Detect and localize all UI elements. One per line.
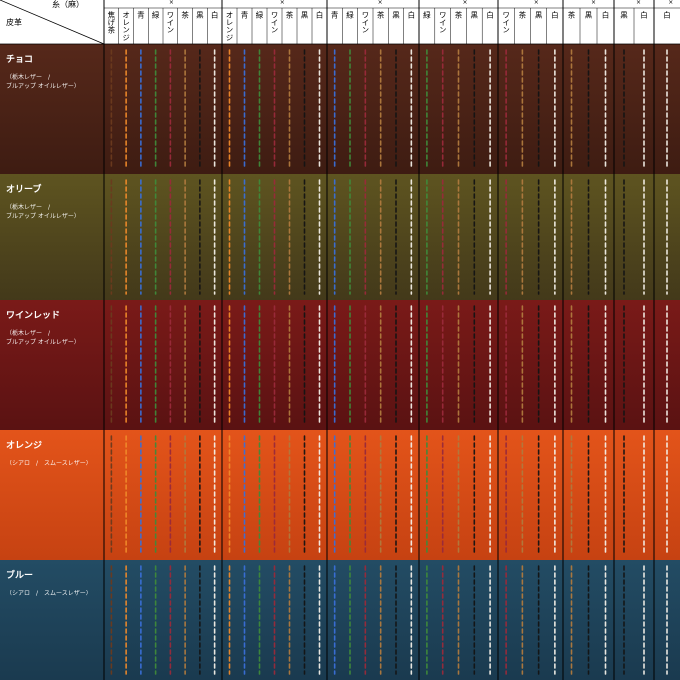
- thread-color-header: ワイン: [438, 11, 448, 34]
- thread-color-header: 白: [639, 11, 649, 19]
- thread-color-header: 緑: [151, 11, 161, 19]
- leather-material-line: ブルアップ オイルレザー）: [6, 339, 80, 347]
- thread-color-header: ワイン: [501, 11, 511, 34]
- leather-band-2: [0, 300, 680, 430]
- leather-label: ワインレッド （栃木レザー / ブルアップ オイルレザー）: [6, 308, 80, 348]
- leather-material-line: （栃木レザー /: [6, 204, 51, 211]
- thread-color-header: 黒: [619, 11, 629, 19]
- combination-mark: ×: [279, 0, 285, 6]
- thread-color-header: 緑: [422, 11, 432, 19]
- leather-material-line: （シアロ / スムースレザー）: [6, 590, 92, 597]
- thread-color-header: 白: [406, 11, 416, 19]
- thread-color-header: 白: [210, 11, 220, 19]
- thread-color-header: 焦げ茶: [106, 11, 116, 34]
- leather-material-line: ブルアップ オイルレザー）: [6, 83, 80, 91]
- leather-label: ブルー （シアロ / スムースレザー）: [6, 568, 92, 598]
- leather-material-line: （栃木レザー /: [6, 74, 51, 81]
- thread-color-header: 青: [136, 11, 146, 19]
- combination-mark: ×: [636, 0, 642, 6]
- thread-color-header: 茶: [376, 11, 386, 19]
- thread-color-header: 白: [315, 11, 324, 19]
- thread-color-header: 白: [601, 11, 610, 19]
- thread-color-header: 黒: [534, 11, 544, 19]
- leather-band-4: [0, 560, 680, 680]
- leather-name: チョコ: [6, 55, 34, 65]
- thread-color-header: 青: [240, 11, 249, 19]
- thread-color-header: 黒: [469, 11, 479, 19]
- leather-band-0: [0, 44, 680, 174]
- combination-mark: ×: [168, 0, 174, 6]
- thread-color-header: 黒: [584, 11, 593, 19]
- leather-material: （シアロ / スムースレザー）: [6, 589, 92, 598]
- leather-material: （栃木レザー / ブルアップ オイルレザー）: [6, 73, 80, 92]
- thread-color-header: 白: [550, 11, 560, 19]
- header-background: [0, 0, 680, 44]
- leather-band-1: [0, 174, 680, 300]
- leather-label: オレンジ （シアロ / スムースレザー）: [6, 438, 92, 468]
- thread-color-header: 青: [330, 11, 340, 19]
- thread-color-header: 茶: [180, 11, 190, 19]
- leather-band-3: [0, 430, 680, 560]
- thread-color-header: 黒: [195, 11, 205, 19]
- thread-color-header: 緑: [345, 11, 355, 19]
- thread-color-header: 黒: [300, 11, 309, 19]
- thread-color-header: 茶: [567, 11, 576, 19]
- leather-name: ブルー: [6, 571, 34, 581]
- leather-name: オリーブ: [6, 185, 42, 195]
- combination-mark: ×: [533, 0, 539, 6]
- leather-name: ワインレッド: [6, 311, 61, 321]
- thread-color-header: 茶: [454, 11, 463, 19]
- header-thread-label: 糸（麻）: [52, 0, 84, 9]
- leather-material-line: （シアロ / スムースレザー）: [6, 460, 92, 467]
- thread-color-header: 白: [485, 11, 495, 19]
- leather-material-line: ブルアップ オイルレザー）: [6, 213, 80, 221]
- leather-material: （シアロ / スムースレザー）: [6, 459, 92, 468]
- leather-material: （栃木レザー / ブルアップ オイルレザー）: [6, 203, 80, 222]
- thread-color-header: オレンジ: [225, 11, 234, 41]
- leather-label: チョコ （栃木レザー / ブルアップ オイルレザー）: [6, 52, 80, 92]
- thread-color-header: オレンジ: [121, 11, 131, 41]
- leather-material: （栃木レザー / ブルアップ オイルレザー）: [6, 329, 80, 348]
- thread-color-header: ワイン: [360, 11, 370, 34]
- thread-leather-color-chart: チョコ （栃木レザー / ブルアップ オイルレザー） オリーブ （栃木レザー / ブルアッ…: [0, 0, 680, 680]
- combination-mark: ×: [462, 0, 468, 6]
- thread-color-header: 茶: [517, 11, 527, 19]
- leather-name: オレンジ: [6, 441, 43, 451]
- header-leather-label: 皮革: [6, 18, 22, 27]
- thread-color-header: 黒: [391, 11, 401, 19]
- leather-label: オリーブ （栃木レザー / ブルアップ オイルレザー）: [6, 182, 80, 222]
- combination-mark: ×: [668, 0, 674, 6]
- thread-color-header: ワイン: [270, 11, 279, 34]
- combination-mark: ×: [377, 0, 383, 6]
- thread-color-header: 白: [662, 11, 672, 19]
- thread-color-header: 緑: [255, 11, 264, 19]
- combination-mark: ×: [591, 0, 597, 6]
- thread-color-header: 茶: [285, 11, 294, 19]
- thread-color-header: ワイン: [165, 11, 175, 34]
- leather-material-line: （栃木レザー /: [6, 330, 51, 337]
- chart-canvas: [0, 0, 680, 680]
